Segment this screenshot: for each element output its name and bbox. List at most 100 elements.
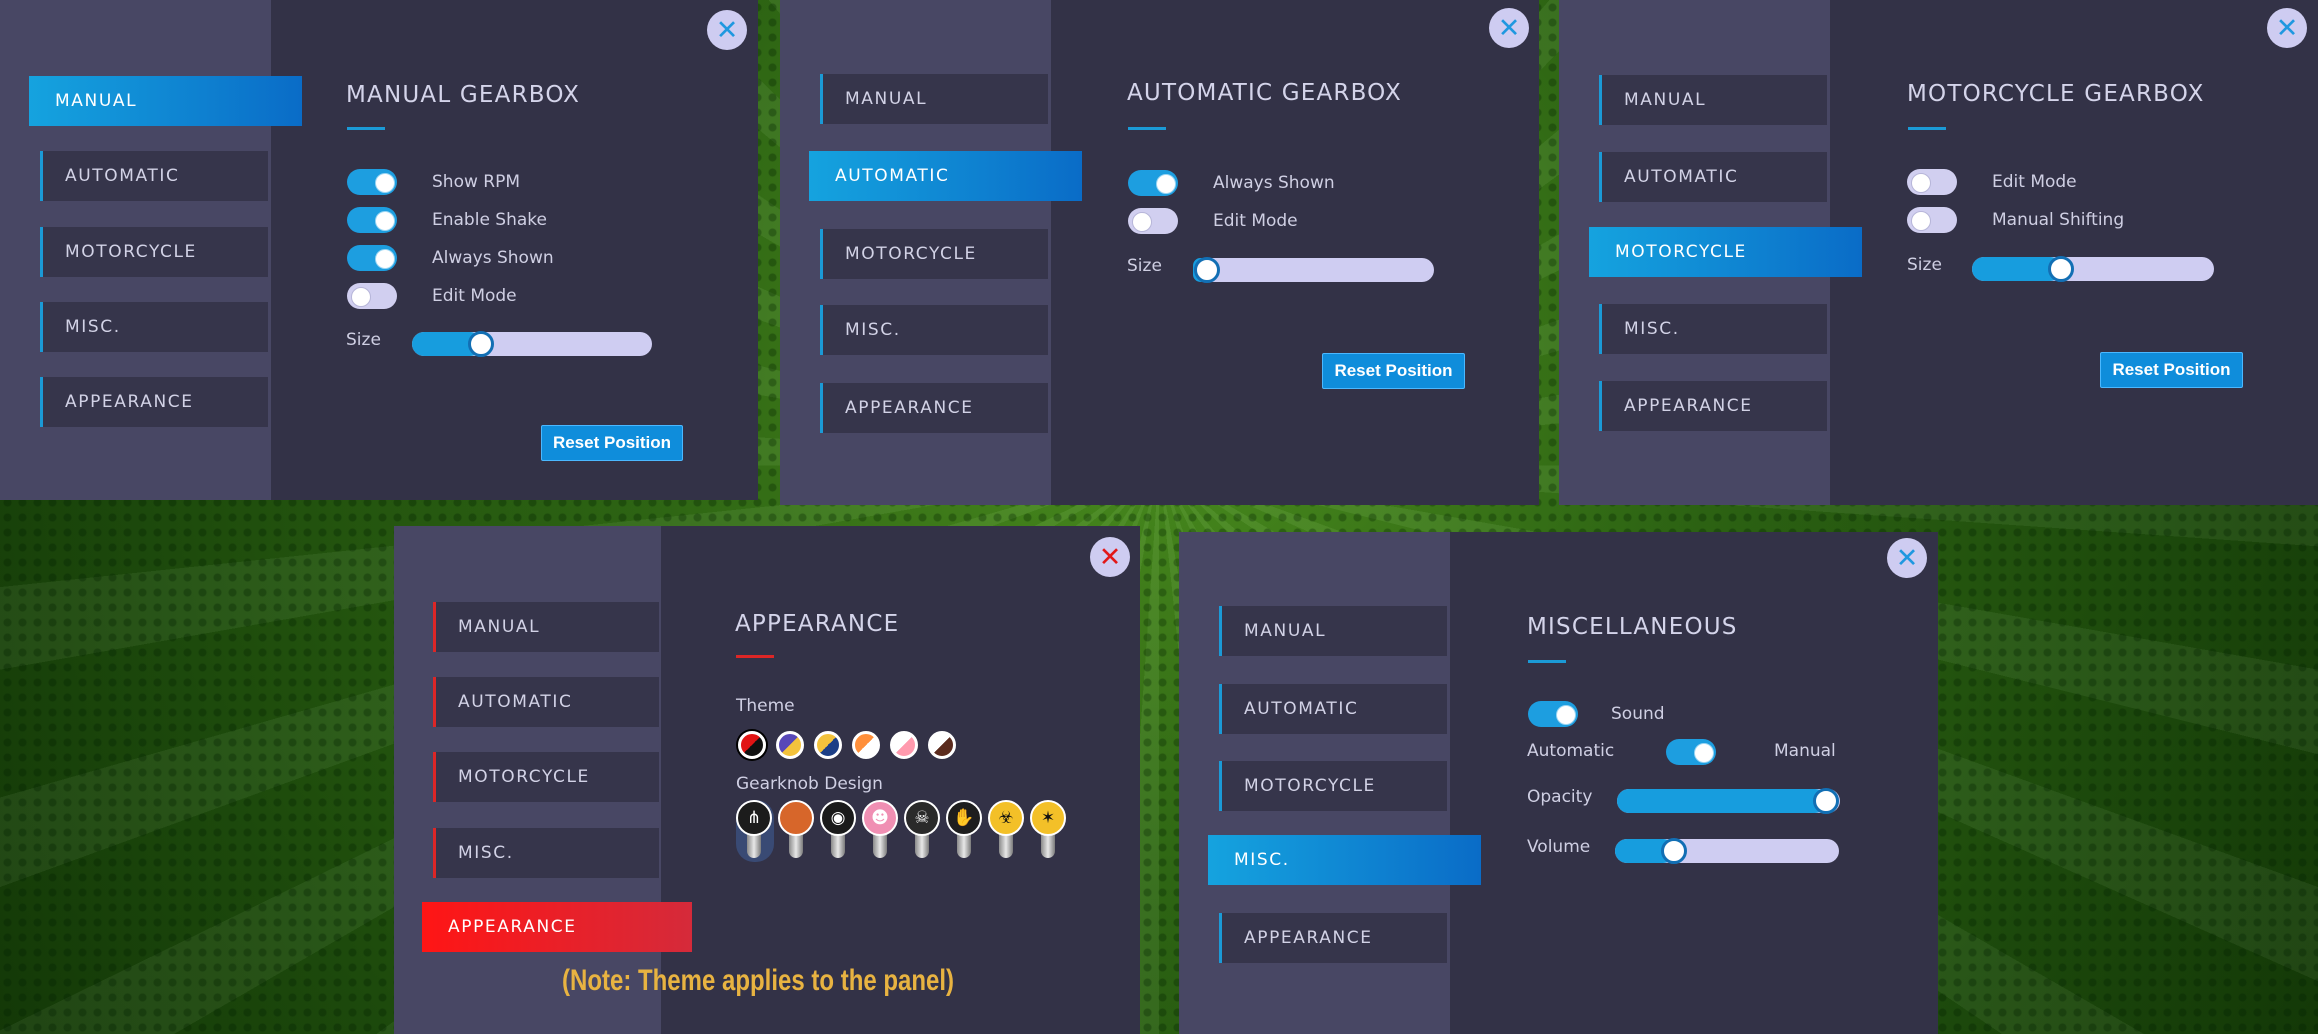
nav-motorcycle[interactable]: MOTORCYCLE — [820, 229, 1048, 279]
size-slider[interactable] — [1193, 257, 1434, 283]
always-shown-toggle[interactable] — [347, 245, 397, 271]
title-underline — [1528, 660, 1566, 663]
gearknob-stem — [957, 834, 971, 858]
nav-automatic[interactable]: AUTOMATIC — [1219, 684, 1447, 734]
page-title: APPEARANCE — [735, 611, 900, 637]
toggle-label: Always Shown — [1213, 173, 1335, 193]
toggle-label: Edit Mode — [432, 286, 517, 306]
manual-shifting-toggle[interactable] — [1907, 207, 1957, 233]
biohazard-icon: ☣ — [988, 800, 1024, 836]
edit-mode-toggle[interactable] — [347, 283, 397, 309]
toggle-label: Edit Mode — [1992, 172, 2077, 192]
nav-manual[interactable]: MANUAL — [1599, 75, 1827, 125]
nav-manual[interactable]: MANUAL — [433, 602, 659, 652]
reset-position-button[interactable]: Reset Position — [1322, 353, 1465, 389]
nav-appearance[interactable]: APPEARANCE — [1219, 913, 1447, 963]
nav-automatic[interactable]: AUTOMATIC — [40, 151, 268, 201]
nav-motorcycle[interactable]: MOTORCYCLE — [1589, 227, 1862, 277]
show-rpm-toggle[interactable] — [347, 169, 397, 195]
theme-label: Theme — [736, 696, 795, 716]
toggle-row: Always Shown — [1128, 170, 1335, 196]
size-label: Size — [1127, 256, 1162, 276]
close-icon[interactable]: ✕ — [1887, 538, 1927, 578]
transmission-toggle[interactable] — [1666, 739, 1716, 765]
edit-mode-toggle[interactable] — [1907, 169, 1957, 195]
theme-swatch[interactable] — [738, 731, 766, 759]
page-title: MOTORCYCLE GEARBOX — [1907, 81, 2205, 107]
gearknob-option[interactable]: ☠ — [904, 800, 942, 862]
nav-automatic[interactable]: AUTOMATIC — [433, 677, 659, 727]
gearknob-option[interactable] — [778, 800, 816, 862]
slider-knob[interactable] — [1661, 838, 1688, 864]
nav-automatic[interactable]: AUTOMATIC — [1599, 152, 1827, 202]
page-title: MANUAL GEARBOX — [346, 82, 581, 108]
toggle-row: Edit Mode — [347, 283, 517, 309]
nav-manual[interactable]: MANUAL — [29, 76, 302, 126]
volume-slider[interactable] — [1615, 838, 1839, 864]
nav-motorcycle[interactable]: MOTORCYCLE — [40, 227, 268, 277]
close-icon[interactable]: ✕ — [707, 10, 747, 50]
automatic-label: Automatic — [1527, 741, 1615, 761]
nav-manual[interactable]: MANUAL — [820, 74, 1048, 124]
panel-misc: MANUAL AUTOMATIC MOTORCYCLE MISC. APPEAR… — [1179, 532, 1938, 1034]
reset-position-button[interactable]: Reset Position — [2100, 352, 2243, 388]
toggle-label: Manual Shifting — [1992, 210, 2125, 230]
gearknob-option[interactable]: ✋ — [946, 800, 984, 862]
nav-appearance[interactable]: APPEARANCE — [40, 377, 268, 427]
toggle-row: Edit Mode — [1907, 169, 2077, 195]
close-icon[interactable]: ✕ — [1489, 8, 1529, 48]
gearknob-option[interactable]: ✶ — [1030, 800, 1068, 862]
sound-toggle[interactable] — [1528, 701, 1578, 727]
nav-misc[interactable]: MISC. — [40, 302, 268, 352]
skull-icon: ☠ — [904, 800, 940, 836]
volume-label: Volume — [1527, 837, 1591, 857]
theme-swatch[interactable] — [776, 731, 804, 759]
slider-knob[interactable] — [1194, 257, 1220, 283]
toggle-row: Edit Mode — [1128, 208, 1298, 234]
basketball-icon — [778, 800, 814, 836]
enable-shake-toggle[interactable] — [347, 207, 397, 233]
gearknob-option[interactable]: ⋔ — [736, 800, 774, 862]
gearknob-stem — [999, 834, 1013, 858]
theme-swatch[interactable] — [852, 731, 880, 759]
panel-automatic: MANUAL AUTOMATIC MOTORCYCLE MISC. APPEAR… — [780, 0, 1539, 505]
size-slider[interactable] — [1972, 256, 2214, 282]
slider-knob[interactable] — [468, 331, 495, 357]
gearknob-stem — [831, 834, 845, 858]
theme-swatch[interactable] — [928, 731, 956, 759]
nav-misc[interactable]: MISC. — [820, 305, 1048, 355]
nav-appearance[interactable]: APPEARANCE — [422, 902, 692, 952]
nav-motorcycle[interactable]: MOTORCYCLE — [433, 752, 659, 802]
slider-knob[interactable] — [2047, 256, 2074, 282]
nav-appearance[interactable]: APPEARANCE — [820, 383, 1048, 433]
shift-pattern-icon: ⋔ — [736, 800, 772, 836]
nav-automatic[interactable]: AUTOMATIC — [809, 151, 1082, 201]
nav-misc[interactable]: MISC. — [433, 828, 659, 878]
nav-manual[interactable]: MANUAL — [1219, 606, 1447, 656]
nav-appearance[interactable]: APPEARANCE — [1599, 381, 1827, 431]
nav-misc[interactable]: MISC. — [1208, 835, 1481, 885]
manual-label: Manual — [1774, 741, 1836, 761]
nav-motorcycle[interactable]: MOTORCYCLE — [1219, 761, 1447, 811]
gearknob-stem — [747, 834, 761, 858]
gearknob-option[interactable]: ☻ — [862, 800, 900, 862]
page-title: AUTOMATIC GEARBOX — [1127, 80, 1402, 106]
eye-icon: ◉ — [820, 800, 856, 836]
nav-misc[interactable]: MISC. — [1599, 304, 1827, 354]
size-slider[interactable] — [412, 331, 652, 357]
gearknob-option[interactable]: ☣ — [988, 800, 1026, 862]
close-icon[interactable]: ✕ — [2267, 8, 2307, 48]
sound-label: Sound — [1611, 704, 1665, 724]
close-icon[interactable]: ✕ — [1090, 537, 1130, 577]
gearknob-stem — [1041, 834, 1055, 858]
sound-row: Sound — [1528, 701, 1665, 727]
always-shown-toggle[interactable] — [1128, 170, 1178, 196]
theme-swatch[interactable] — [814, 731, 842, 759]
edit-mode-toggle[interactable] — [1128, 208, 1178, 234]
slider-knob[interactable] — [1813, 788, 1839, 814]
cat-face-icon: ☻ — [862, 800, 898, 836]
theme-swatch[interactable] — [890, 731, 918, 759]
opacity-slider[interactable] — [1617, 788, 1840, 814]
gearknob-option[interactable]: ◉ — [820, 800, 858, 862]
reset-position-button[interactable]: Reset Position — [541, 425, 683, 461]
